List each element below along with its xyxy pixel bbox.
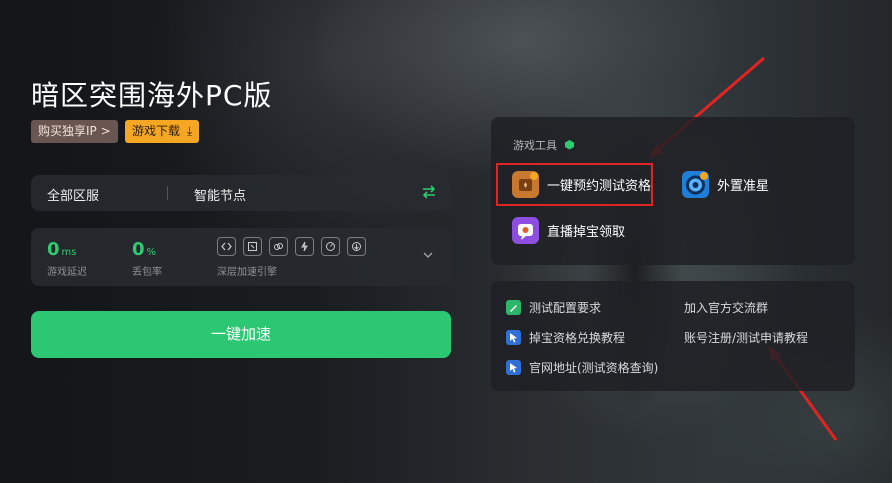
cursor-icon — [506, 330, 521, 345]
live-drop-icon — [512, 217, 539, 244]
link-test-config[interactable]: 测试配置要求 — [506, 299, 601, 316]
loss-value: 0% — [132, 239, 157, 260]
buy-ip-button[interactable]: 购买独享IP > — [31, 120, 118, 143]
link-label: 官网地址(测试资格查询) — [529, 361, 659, 375]
engine-label: 深层加速引擎 — [217, 267, 277, 278]
link-official-site[interactable]: 官网地址(测试资格查询) — [506, 359, 658, 376]
link-label: 掉宝资格兑换教程 — [529, 331, 626, 345]
divider — [167, 186, 168, 200]
latency-label: 游戏延迟 — [47, 267, 87, 278]
engine-window-icon — [243, 237, 262, 256]
link-join-group[interactable]: 加入官方交流群 — [684, 299, 768, 316]
tools-title: 游戏工具 — [513, 137, 575, 153]
cube-icon — [564, 140, 574, 150]
engine-gauge-icon — [321, 237, 340, 256]
engine-icons — [217, 237, 366, 256]
node-selector[interactable]: 智能节点 — [194, 185, 246, 204]
link-register-guide[interactable]: 账号注册/测试申请教程 — [684, 329, 808, 346]
download-label: 游戏下载 — [132, 124, 181, 138]
link-label: 测试配置要求 — [529, 301, 602, 315]
latency-value: 0 ms — [47, 239, 77, 260]
info-links-panel: 测试配置要求 加入官方交流群 掉宝资格兑换教程 账号注册/测试申请教程 官网地址… — [491, 281, 855, 391]
engine-code-icon — [217, 237, 236, 256]
pencil-icon — [506, 300, 521, 315]
chevron-down-icon[interactable] — [423, 250, 433, 260]
link-label: 加入官方交流群 — [684, 301, 769, 315]
server-selector[interactable]: 全部区服 — [47, 185, 99, 204]
crosshair-icon — [682, 171, 709, 198]
region-selector: 全部区服 智能节点 — [31, 175, 451, 211]
stats-panel: 0 ms 游戏延迟 0% 丢包率 深层加速引擎 — [31, 228, 451, 286]
download-icon: ⤓ — [186, 124, 193, 138]
download-button[interactable]: 游戏下载 ⤓ — [125, 120, 200, 143]
tool-live-drop[interactable]: 直播掉宝领取 — [512, 217, 625, 244]
cursor-icon — [506, 360, 521, 375]
link-drop-exchange[interactable]: 掉宝资格兑换教程 — [506, 329, 625, 346]
link-label: 账号注册/测试申请教程 — [684, 331, 809, 345]
loss-label: 丢包率 — [132, 267, 162, 278]
engine-download-icon — [347, 237, 366, 256]
swap-icon[interactable] — [421, 184, 437, 200]
game-title: 暗区突围海外PC版 — [31, 79, 273, 112]
tool-label: 外置准星 — [717, 179, 770, 194]
tool-label: 直播掉宝领取 — [547, 225, 626, 240]
engine-link-icon — [269, 237, 288, 256]
accelerate-button[interactable]: 一键加速 — [31, 311, 451, 358]
engine-bolt-icon — [295, 237, 314, 256]
highlight-box — [496, 163, 653, 206]
tool-crosshair[interactable]: 外置准星 — [682, 171, 769, 198]
